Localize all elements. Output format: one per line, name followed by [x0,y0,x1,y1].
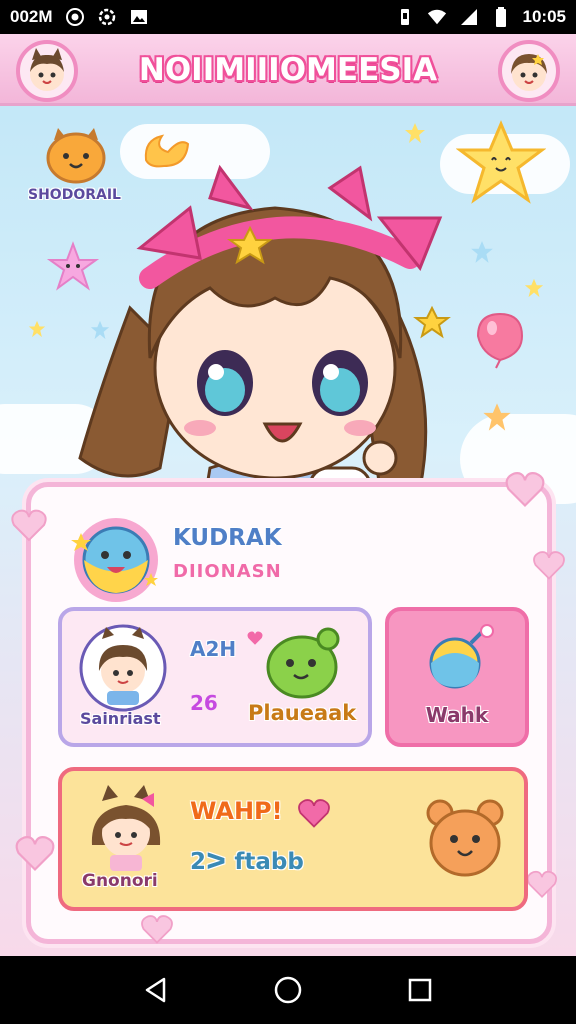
vibrate-icon [395,7,415,27]
heart-icon [298,799,330,828]
bear-icon [426,799,504,877]
player-subtitle: DIIONASN [173,561,282,582]
record-icon [65,7,85,27]
wifi-icon [427,7,447,27]
walk-caption: Wahk [425,703,489,727]
profile-avatar-button[interactable] [16,40,78,102]
card-a-mid-text: 26 [190,691,218,715]
green-slime-icon [266,627,340,699]
card-a-top-text: A2H [190,637,237,661]
friend-card[interactable]: Gnonori WAHP! 2ᐳ ftabb [58,767,528,911]
game-screen: NOIIMIIIOMEESIA SHODORAIL KUDRAK DIIONAS… [0,34,576,956]
card-c-headline: WAHP! [190,797,283,825]
status-bar: 002M 10:05 [0,0,576,34]
character-card[interactable]: Sainriast A2H 26 Plaueaak [58,607,372,747]
status-left-text: 002M [10,7,53,26]
back-button[interactable] [136,970,176,1010]
friend-avatar-button[interactable] [498,40,560,102]
cat-girl-avatar-icon [30,48,64,91]
signal-icon [459,7,479,27]
player-name: KUDRAK [173,525,282,551]
card-c-mid-text: 2ᐳ ftabb [190,849,304,875]
girl-avatar-icon [511,54,547,91]
sparkle-star-icon [28,320,46,338]
hero-character[interactable] [60,128,490,528]
recents-icon [408,978,432,1002]
heart-decoration-icon [505,472,545,508]
battery-icon [491,7,511,27]
navigation-bar [0,956,576,1024]
image-icon [129,7,149,27]
recents-button[interactable] [400,970,440,1010]
sparkle-star-icon [524,278,544,298]
game-title: NOIIMIIIOMEESIA [138,52,438,88]
friend-portrait-icon [91,785,161,871]
game-panel: KUDRAK DIIONASN Sainriast A2H 26 Plaueaa… [11,472,565,944]
character-caption: Sainriast [80,709,161,728]
back-icon [145,977,166,1003]
profile-row[interactable]: KUDRAK DIIONASN [69,513,489,609]
creature-caption: Plaueaak [248,701,357,725]
friend-caption: Gnonori [82,871,158,891]
heart-decoration-icon [11,509,47,542]
heart-decoration-icon [15,836,55,872]
status-time: 10:05 [522,7,566,26]
lollipop-potion-icon [429,624,494,689]
home-button[interactable] [268,970,308,1010]
character-portrait-icon [79,624,167,712]
heart-decoration-icon [141,915,173,944]
sun-creature-avatar-icon [71,518,158,602]
heart-decoration-icon [527,870,557,898]
home-icon [274,976,302,1004]
heart-decoration-icon [533,551,565,580]
walk-card[interactable]: Wahk [385,607,529,747]
top-bar: NOIIMIIIOMEESIA [0,34,576,106]
settings-icon [97,7,117,27]
